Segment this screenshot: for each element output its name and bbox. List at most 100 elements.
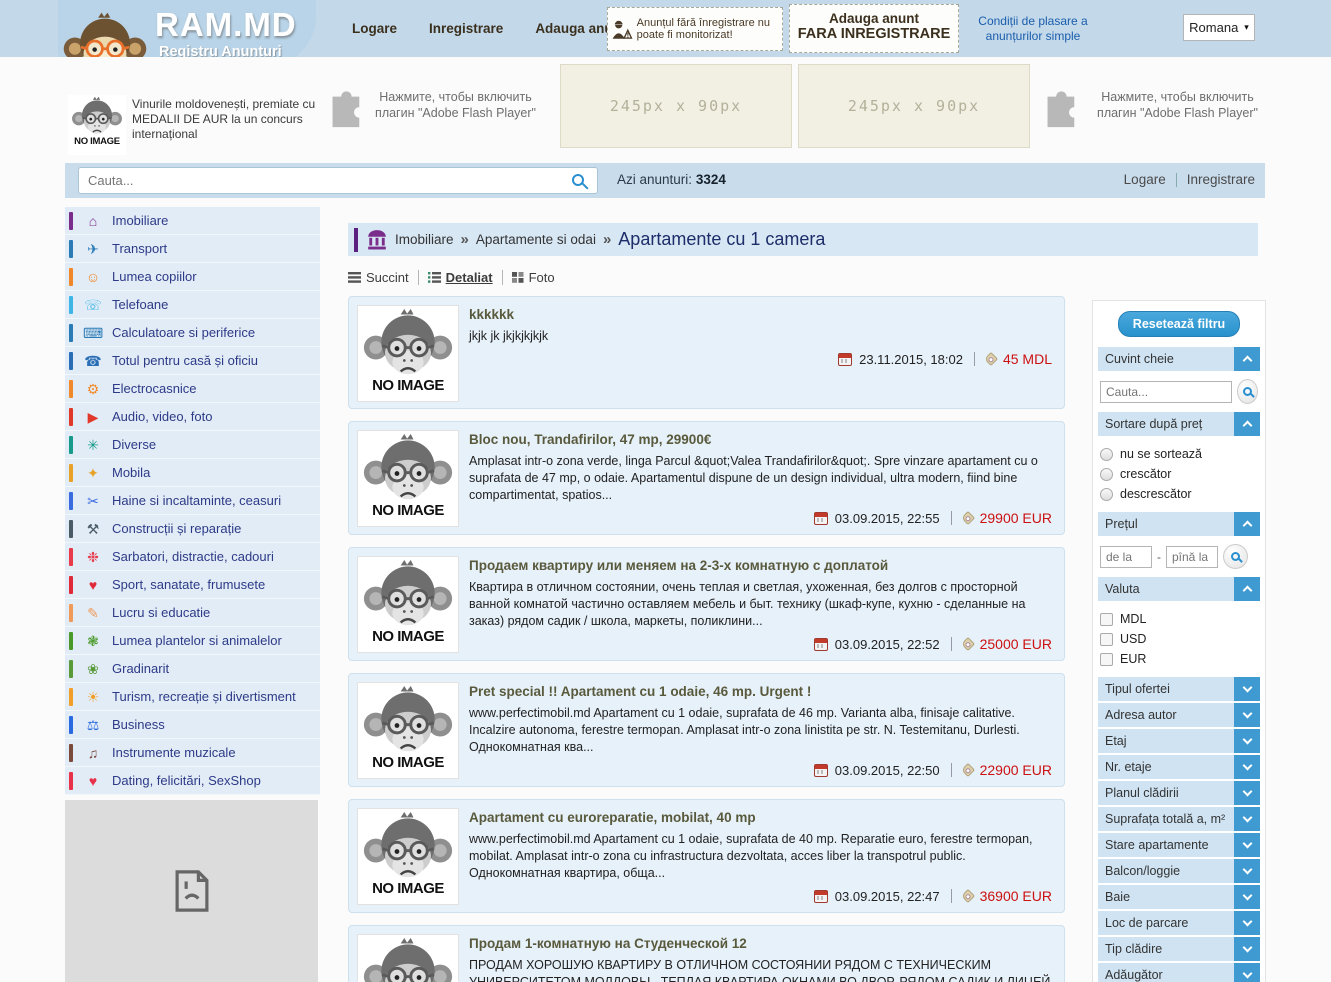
filter-section-balcon-loggie[interactable]: Balcon/loggie bbox=[1098, 859, 1260, 883]
sidebar-item-constructii-si-reparatie[interactable]: ⚒ Construcții și reparație bbox=[65, 515, 320, 543]
chevron-up-icon[interactable] bbox=[1234, 347, 1260, 371]
checkbox-icon[interactable] bbox=[1100, 633, 1113, 646]
chevron-down-icon[interactable] bbox=[1234, 885, 1260, 909]
sidebar-item-lumea-plantelor-si-animalelor[interactable]: ❃ Lumea plantelor si animalelor bbox=[65, 627, 320, 655]
search-icon[interactable] bbox=[565, 170, 591, 192]
sidebar-item-business[interactable]: ⚖ Business bbox=[65, 711, 320, 739]
sidebar-item-mobila[interactable]: ✦ Mobila bbox=[65, 459, 320, 487]
listing-title[interactable]: Bloc nou, Trandafirilor, 47 mp, 29900€ bbox=[469, 432, 1054, 447]
radio-button-icon[interactable] bbox=[1100, 468, 1113, 481]
sidebar-item-turism-recreatie-si-divertisment[interactable]: ☀ Turism, recreație și divertisment bbox=[65, 683, 320, 711]
sort-option-nu-se-sorteaza[interactable]: nu se sortează bbox=[1100, 444, 1258, 464]
chevron-up-icon[interactable] bbox=[1234, 412, 1260, 436]
sidebar-item-imobiliare[interactable]: ⌂ Imobiliare bbox=[65, 207, 320, 235]
price-search-icon[interactable] bbox=[1223, 544, 1248, 569]
listing-title[interactable]: Продаем квартиру или меняем на 2-3-х ком… bbox=[469, 558, 1054, 573]
sidebar-item-transport[interactable]: ✈ Transport bbox=[65, 235, 320, 263]
listing-title[interactable]: Продам 1-комнатную на Студенческой 12 bbox=[469, 936, 1054, 951]
checkbox-icon[interactable] bbox=[1100, 613, 1113, 626]
listing-card[interactable]: NO IMAGE Продаем квартиру или меняем на … bbox=[348, 547, 1065, 661]
search-input[interactable] bbox=[78, 167, 598, 194]
filter-section-sortare[interactable]: Sortare după preț bbox=[1098, 412, 1260, 436]
sidebar-item-dating-felicitari-sexshop[interactable]: ♥ Dating, felicitări, SexShop bbox=[65, 767, 320, 795]
listing-thumbnail[interactable]: NO IMAGE bbox=[357, 682, 459, 779]
currency-option-mdl[interactable]: MDL bbox=[1100, 609, 1258, 629]
sidebar-item-haine-si-incaltaminte-ceasuri[interactable]: ✂ Haine si incaltaminte, ceasuri bbox=[65, 487, 320, 515]
register-link[interactable]: Inregistrare bbox=[1187, 172, 1255, 187]
chevron-down-icon[interactable] bbox=[1234, 807, 1260, 831]
listing-card[interactable]: NO IMAGE kkkkkk jkjk jk jkjkjkjkjk 23.11… bbox=[348, 296, 1065, 409]
sidebar-item-instrumente-muzicale[interactable]: ♫ Instrumente muzicale bbox=[65, 739, 320, 767]
listing-thumbnail[interactable]: NO IMAGE bbox=[357, 305, 459, 402]
sidebar-item-audio-video-foto[interactable]: ▶ Audio, video, foto bbox=[65, 403, 320, 431]
chevron-down-icon[interactable] bbox=[1234, 781, 1260, 805]
reset-filter-button[interactable]: Resetează filtru bbox=[1118, 311, 1240, 337]
chevron-down-icon[interactable] bbox=[1234, 833, 1260, 857]
filter-section-stare-apartamente[interactable]: Stare apartamente bbox=[1098, 833, 1260, 857]
sort-option-crescator[interactable]: crescător bbox=[1100, 464, 1258, 484]
listing-thumbnail[interactable]: NO IMAGE bbox=[357, 934, 459, 982]
filter-section-baie[interactable]: Baie bbox=[1098, 885, 1260, 909]
chevron-down-icon[interactable] bbox=[1234, 677, 1260, 701]
plugin-puzzle-icon[interactable] bbox=[323, 89, 365, 131]
keyword-search-icon[interactable] bbox=[1237, 379, 1258, 404]
sidebar-item-diverse[interactable]: ✳ Diverse bbox=[65, 431, 320, 459]
tab-succint[interactable]: Succint bbox=[348, 270, 409, 285]
radio-button-icon[interactable] bbox=[1100, 448, 1113, 461]
filter-section-adresa-autor[interactable]: Adresa autor bbox=[1098, 703, 1260, 727]
currency-option-eur[interactable]: EUR bbox=[1100, 649, 1258, 669]
listing-card[interactable]: NO IMAGE Apartament cu euroreparatie, mo… bbox=[348, 799, 1065, 913]
sidebar-item-electrocasnice[interactable]: ⚙ Electrocasnice bbox=[65, 375, 320, 403]
chevron-down-icon[interactable] bbox=[1234, 703, 1260, 727]
filter-section-cuvint-cheie[interactable]: Cuvint cheie bbox=[1098, 347, 1260, 371]
tab-detaliat[interactable]: Detaliat bbox=[428, 270, 493, 285]
language-selector[interactable]: Romana ▾ bbox=[1183, 14, 1255, 41]
keyword-filter-input[interactable] bbox=[1100, 381, 1232, 403]
chevron-down-icon[interactable] bbox=[1234, 911, 1260, 935]
chevron-down-icon[interactable] bbox=[1234, 859, 1260, 883]
sidebar-item-lucru-si-educatie[interactable]: ✎ Lucru si educatie bbox=[65, 599, 320, 627]
flash-plugin-text-right[interactable]: Нажмите, чтобы включить плагин "Adobe Fl… bbox=[1090, 89, 1265, 121]
filter-section-pretul[interactable]: Prețul bbox=[1098, 512, 1260, 536]
listing-thumbnail[interactable]: NO IMAGE bbox=[357, 808, 459, 905]
flash-plugin-text-left[interactable]: Нажмите, чтобы включить плагин "Adobe Fl… bbox=[368, 89, 543, 121]
chevron-down-icon[interactable] bbox=[1234, 729, 1260, 753]
breadcrumb-link-apartamente[interactable]: Apartamente si odai bbox=[476, 232, 596, 247]
login-link[interactable]: Logare bbox=[1124, 172, 1166, 187]
sidebar-item-calculatoare-si-periferice[interactable]: ⌨ Calculatoare si periferice bbox=[65, 319, 320, 347]
price-from-input[interactable] bbox=[1100, 546, 1152, 568]
sidebar-item-sarbatori-distractie-cadouri[interactable]: ❉ Sarbatori, distractie, cadouri bbox=[65, 543, 320, 571]
listing-thumbnail[interactable]: NO IMAGE bbox=[357, 556, 459, 653]
chevron-down-icon[interactable] bbox=[1234, 755, 1260, 779]
plugin-puzzle-icon[interactable] bbox=[1038, 89, 1080, 131]
filter-section-planul-cladirii[interactable]: Planul clădirii bbox=[1098, 781, 1260, 805]
chevron-up-icon[interactable] bbox=[1234, 512, 1260, 536]
promo-ad-text[interactable]: Vinurile moldovenești, premiate cu MEDAL… bbox=[132, 97, 322, 142]
listing-title[interactable]: Apartament cu euroreparatie, mobilat, 40… bbox=[469, 810, 1054, 825]
breadcrumb-link-imobiliare[interactable]: Imobiliare bbox=[395, 232, 454, 247]
sidebar-item-totul-pentru-casa-si-oficiu[interactable]: ☎ Totul pentru casă și oficiu bbox=[65, 347, 320, 375]
listing-card[interactable]: NO IMAGE Bloc nou, Trandafirilor, 47 mp,… bbox=[348, 421, 1065, 535]
filter-section-valuta[interactable]: Valuta bbox=[1098, 577, 1260, 601]
chevron-down-icon[interactable] bbox=[1234, 937, 1260, 961]
promo-thumbnail[interactable]: NO IMAGE bbox=[68, 95, 126, 155]
sidebar-item-lumea-copiilor[interactable]: ☺ Lumea copiilor bbox=[65, 263, 320, 291]
sidebar-item-sport-sanatate-frumusete[interactable]: ♥ Sport, sanatate, frumusete bbox=[65, 571, 320, 599]
tab-foto[interactable]: Foto bbox=[512, 270, 555, 285]
filter-section-etaj[interactable]: Etaj bbox=[1098, 729, 1260, 753]
nav-inregistrare[interactable]: Inregistrare bbox=[429, 21, 503, 36]
checkbox-icon[interactable] bbox=[1100, 653, 1113, 666]
sort-option-descrescator[interactable]: descrescător bbox=[1100, 484, 1258, 504]
conditions-link[interactable]: Condiții de plasare a anunțurilor simple bbox=[968, 14, 1098, 43]
filter-section-nr-etaje[interactable]: Nr. etaje bbox=[1098, 755, 1260, 779]
listing-thumbnail[interactable]: NO IMAGE bbox=[357, 430, 459, 527]
listing-card[interactable]: NO IMAGE Pret special !! Apartament cu 1… bbox=[348, 673, 1065, 787]
filter-section-adaugator[interactable]: Adăugător bbox=[1098, 963, 1260, 982]
sidebar-item-telefoane[interactable]: ☏ Telefoane bbox=[65, 291, 320, 319]
currency-option-usd[interactable]: USD bbox=[1100, 629, 1258, 649]
chevron-up-icon[interactable] bbox=[1234, 577, 1260, 601]
filter-section-tipul-ofertei[interactable]: Tipul ofertei bbox=[1098, 677, 1260, 701]
add-without-registration-button[interactable]: Adauga anunt FARA INREGISTRARE bbox=[789, 4, 959, 53]
listing-title[interactable]: Pret special !! Apartament cu 1 odaie, 4… bbox=[469, 684, 1054, 699]
listing-card[interactable]: NO IMAGE Продам 1-комнатную на Студенчес… bbox=[348, 925, 1065, 982]
